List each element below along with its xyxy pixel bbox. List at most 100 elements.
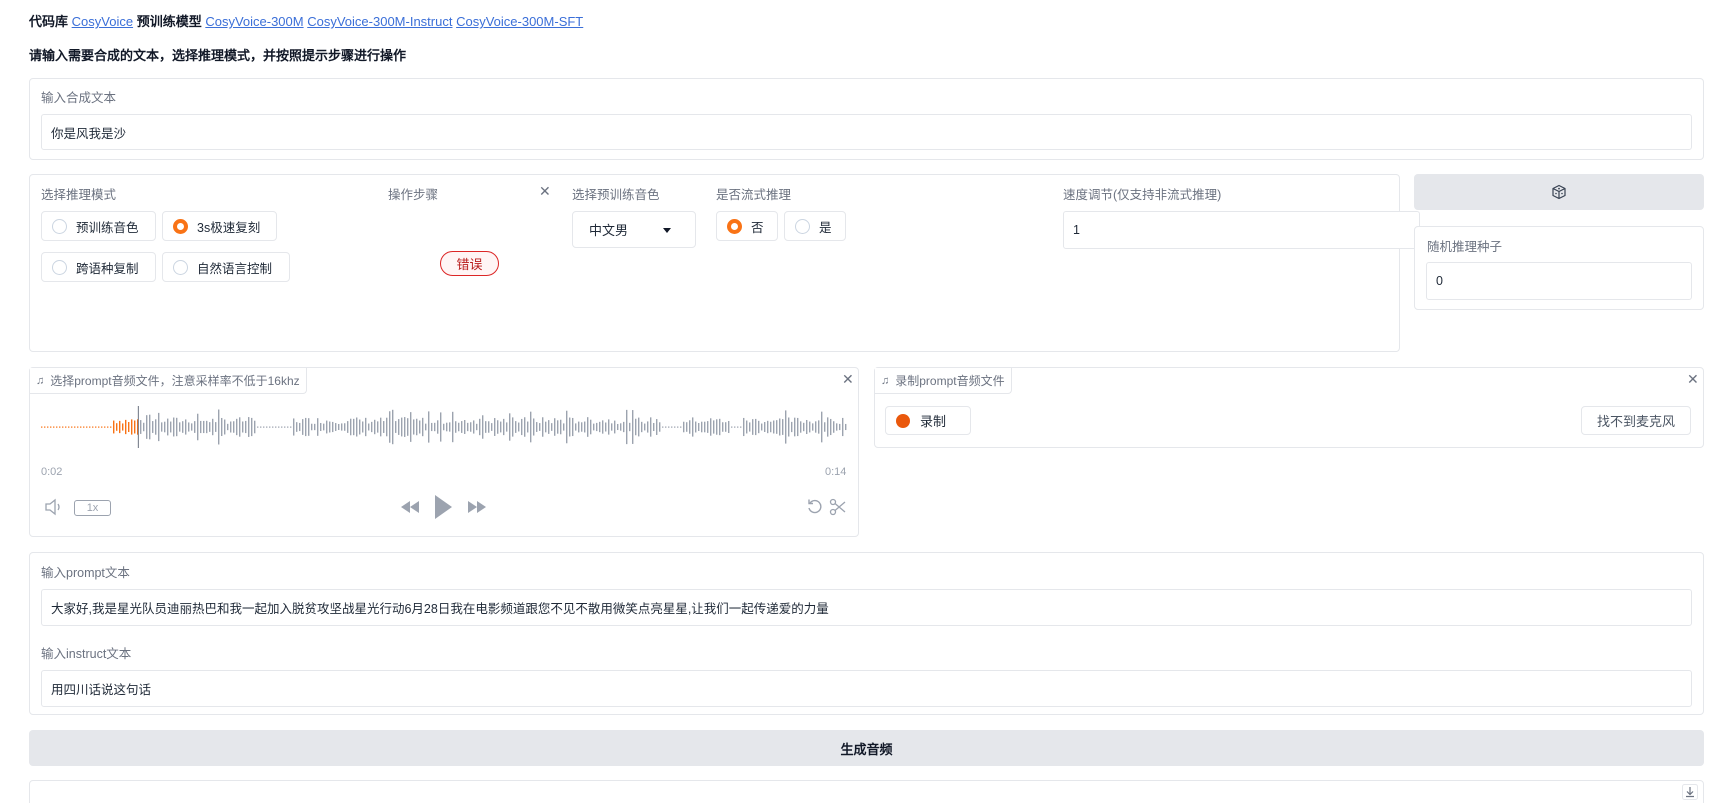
waveform-bar	[740, 426, 742, 428]
waveform-bar	[767, 420, 769, 434]
stream-option-yes[interactable]: 是	[784, 211, 846, 241]
record-tag: ♫ 录制prompt音频文件	[875, 368, 1012, 394]
waveform-bar	[830, 418, 832, 436]
waveform-bar	[356, 417, 358, 437]
waveform-bar	[551, 423, 553, 431]
waveform-bar	[548, 420, 550, 434]
microphone-select-button[interactable]: 找不到麦克风	[1581, 406, 1691, 435]
waveform-bar	[563, 423, 565, 431]
waveform-bar	[47, 426, 49, 428]
play-icon[interactable]	[433, 494, 453, 520]
rewind-icon[interactable]	[399, 499, 421, 515]
instruct-text-input[interactable]: 用四川话说这句话	[41, 670, 1692, 707]
model-link-instruct[interactable]: CosyVoice-300M-Instruct	[307, 14, 452, 29]
waveform-bar	[452, 411, 454, 443]
waveform-bar	[458, 422, 460, 432]
scissors-icon[interactable]	[829, 498, 847, 516]
waveform-bar	[305, 417, 307, 437]
seed-panel: 随机推理种子 0	[1414, 226, 1704, 310]
waveform-bar	[77, 426, 79, 428]
waveform-bar	[371, 421, 373, 433]
mode-option-instruct[interactable]: 自然语言控制	[162, 252, 290, 282]
header-links: 代码库 CosyVoice 预训练模型 CosyVoice-300M CosyV…	[29, 11, 583, 30]
waveform-bar	[53, 426, 55, 428]
waveform-bar	[797, 417, 799, 437]
seed-input[interactable]: 0	[1426, 262, 1692, 300]
waveform-bar	[800, 421, 802, 433]
playback-rate-button[interactable]: 1x	[74, 500, 111, 516]
speed-input[interactable]: 1	[1063, 211, 1420, 249]
playhead[interactable]	[137, 406, 139, 448]
reset-icon[interactable]	[806, 498, 824, 516]
waveform-bar	[221, 417, 223, 437]
waveform-bar	[734, 426, 736, 428]
waveform-bar	[731, 426, 733, 428]
waveform-bar	[587, 417, 589, 437]
waveform-bar	[518, 422, 520, 432]
waveform[interactable]	[41, 404, 848, 450]
download-icon[interactable]	[1682, 784, 1698, 800]
mode-option-pretrained[interactable]: 预训练音色	[41, 211, 156, 241]
waveform-bar	[224, 419, 226, 435]
generate-audio-button[interactable]: 生成音频	[29, 730, 1704, 766]
waveform-bar	[716, 419, 718, 435]
volume-icon[interactable]	[44, 498, 66, 516]
waveform-bar	[92, 426, 94, 428]
waveform-bar	[95, 426, 97, 428]
waveform-bar	[161, 422, 163, 432]
waveform-bar	[212, 418, 214, 436]
waveform-bar	[521, 418, 523, 436]
waveform-bar	[650, 417, 652, 437]
waveform-bar	[152, 421, 154, 433]
waveform-bar	[341, 423, 343, 431]
stream-option-no[interactable]: 否	[716, 211, 778, 241]
voice-dropdown[interactable]: 中文男	[572, 211, 696, 248]
steps-error-badge: 错误	[440, 251, 499, 276]
waveform-bar	[89, 426, 91, 428]
record-button[interactable]: 录制	[885, 406, 971, 435]
waveform-bar	[239, 417, 241, 437]
waveform-bar	[296, 422, 298, 432]
mode-option-3s-clone[interactable]: 3s极速复刻	[162, 211, 277, 241]
waveform-bar	[413, 419, 415, 435]
waveform-bar	[359, 419, 361, 435]
voice-label: 选择预训练音色	[572, 188, 660, 202]
waveform-bar	[839, 423, 841, 431]
close-icon[interactable]: ✕	[539, 184, 551, 198]
waveform-bar	[431, 422, 433, 432]
waveform-bar	[335, 423, 337, 431]
repo-link[interactable]: CosyVoice	[72, 14, 133, 29]
waveform-bar	[299, 422, 301, 432]
waveform-bar	[659, 422, 661, 432]
tts-input-field[interactable]: 你是风我是沙	[41, 114, 1692, 150]
close-icon[interactable]: ✕	[842, 372, 854, 386]
waveform-bar	[314, 423, 316, 431]
waveform-bar	[179, 422, 181, 432]
music-note-icon: ♫	[881, 374, 890, 387]
waveform-bar	[743, 417, 745, 437]
waveform-bar	[428, 411, 430, 443]
close-icon[interactable]: ✕	[1687, 372, 1699, 386]
waveform-bar	[362, 421, 364, 433]
waveform-bar	[80, 426, 82, 428]
waveform-bar	[821, 411, 823, 443]
waveform-bar	[710, 418, 712, 436]
random-seed-button[interactable]	[1414, 174, 1704, 210]
prompt-text-input[interactable]: 大家好,我是星光队员迪丽热巴和我一起加入脱贫攻坚战星光行动6月28日我在电影频道…	[41, 589, 1692, 626]
waveform-bar	[446, 422, 448, 432]
fast-forward-icon[interactable]	[466, 499, 488, 515]
waveform-bar	[197, 413, 199, 441]
waveform-bar	[686, 422, 688, 432]
waveform-bar	[815, 421, 817, 433]
waveform-bar	[209, 422, 211, 432]
waveform-bar	[575, 423, 577, 431]
waveform-bar	[500, 421, 502, 433]
model-link-sft[interactable]: CosyVoice-300M-SFT	[456, 14, 583, 29]
waveform-bar	[272, 426, 274, 428]
waveform-bar	[422, 417, 424, 437]
waveform-bar	[287, 426, 289, 428]
waveform-bar	[761, 423, 763, 431]
model-link-300m[interactable]: CosyVoice-300M	[205, 14, 303, 29]
mode-option-cross-lingual[interactable]: 跨语种复制	[41, 252, 156, 282]
waveform-bar	[749, 422, 751, 432]
